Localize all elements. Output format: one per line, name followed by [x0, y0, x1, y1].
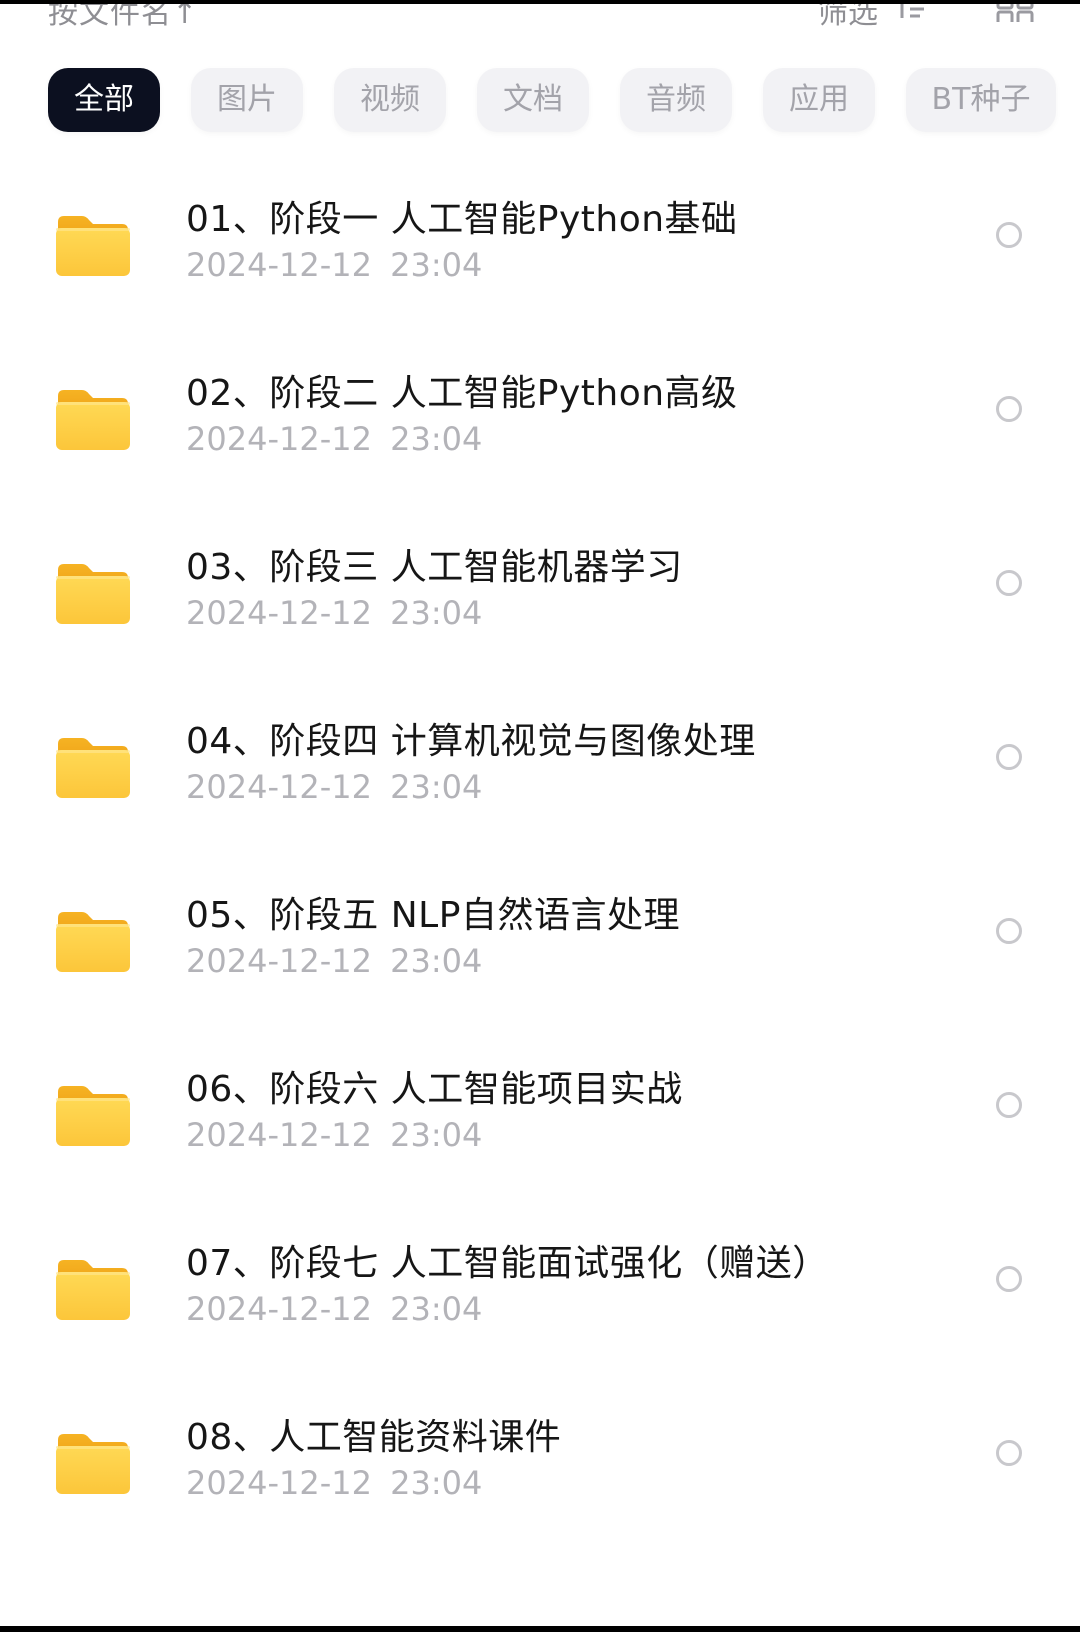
folder-icon — [56, 1260, 130, 1320]
folder-icon — [56, 1086, 130, 1146]
file-date: 2024-12-12 23:04 — [186, 1464, 483, 1502]
file-date: 2024-12-12 23:04 — [186, 942, 483, 980]
folder-icon — [56, 564, 130, 624]
list-item[interactable]: 03、阶段三 人工智能机器学习 2024-12-12 23:04 — [0, 538, 1080, 688]
list-item[interactable]: 04、阶段四 计算机视觉与图像处理 2024-12-12 23:04 — [0, 712, 1080, 862]
folder-icon — [56, 390, 130, 450]
tab-all[interactable]: 全部 — [48, 68, 160, 132]
tab-apps[interactable]: 应用 — [763, 68, 875, 132]
list-item[interactable]: 01、阶段一 人工智能Python基础 2024-12-12 23:04 — [0, 190, 1080, 340]
file-date: 2024-12-12 23:04 — [186, 594, 483, 632]
file-name: 04、阶段四 计算机视觉与图像处理 — [186, 721, 756, 762]
file-name: 03、阶段三 人工智能机器学习 — [186, 547, 683, 588]
grid-view-icon[interactable] — [996, 0, 1034, 22]
tab-videos[interactable]: 视频 — [334, 68, 446, 132]
folder-icon — [56, 1434, 130, 1494]
list-item[interactable]: 02、阶段二 人工智能Python高级 2024-12-12 23:04 — [0, 364, 1080, 514]
select-checkbox[interactable] — [996, 396, 1022, 422]
file-name: 01、阶段一 人工智能Python基础 — [186, 199, 738, 240]
tab-documents[interactable]: 文档 — [477, 68, 589, 132]
tab-images[interactable]: 图片 — [191, 68, 303, 132]
file-date: 2024-12-12 23:04 — [186, 1116, 483, 1154]
file-date: 2024-12-12 23:04 — [186, 246, 483, 284]
list-item[interactable]: 06、阶段六 人工智能项目实战 2024-12-12 23:04 — [0, 1060, 1080, 1210]
tab-bt-torrent[interactable]: BT种子 — [906, 68, 1056, 132]
file-browser-screen: 按文件名↑ 筛选 全部 图片 视频 文档 音频 应用 BT种子 01、阶段一 人… — [0, 0, 1080, 1632]
file-name: 08、人工智能资料课件 — [186, 1417, 562, 1458]
select-checkbox[interactable] — [996, 1266, 1022, 1292]
folder-icon — [56, 738, 130, 798]
list-item[interactable]: 08、人工智能资料课件 2024-12-12 23:04 — [0, 1408, 1080, 1558]
folder-icon — [56, 216, 130, 276]
file-date: 2024-12-12 23:04 — [186, 420, 483, 458]
file-date: 2024-12-12 23:04 — [186, 1290, 483, 1328]
file-name: 06、阶段六 人工智能项目实战 — [186, 1069, 683, 1110]
select-checkbox[interactable] — [996, 918, 1022, 944]
select-checkbox[interactable] — [996, 1440, 1022, 1466]
select-checkbox[interactable] — [996, 1092, 1022, 1118]
file-name: 02、阶段二 人工智能Python高级 — [186, 373, 738, 414]
file-name: 05、阶段五 NLP自然语言处理 — [186, 895, 680, 936]
filter-icon[interactable] — [898, 0, 926, 20]
tab-audio[interactable]: 音频 — [620, 68, 732, 132]
select-checkbox[interactable] — [996, 222, 1022, 248]
list-item[interactable]: 05、阶段五 NLP自然语言处理 2024-12-12 23:04 — [0, 886, 1080, 1036]
select-checkbox[interactable] — [996, 570, 1022, 596]
filter-button[interactable]: 筛选 — [818, 4, 878, 32]
file-name: 07、阶段七 人工智能面试强化（赠送） — [186, 1243, 829, 1284]
file-date: 2024-12-12 23:04 — [186, 768, 483, 806]
folder-icon — [56, 912, 130, 972]
list-item[interactable]: 07、阶段七 人工智能面试强化（赠送） 2024-12-12 23:04 — [0, 1234, 1080, 1384]
top-bar: 按文件名↑ 筛选 — [0, 0, 1080, 31]
select-checkbox[interactable] — [996, 744, 1022, 770]
sort-by-name-button[interactable]: 按文件名↑ — [48, 4, 198, 32]
